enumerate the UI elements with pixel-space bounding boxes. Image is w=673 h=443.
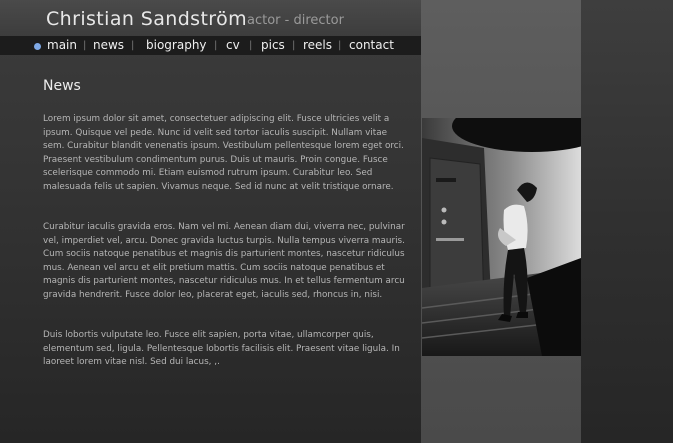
nav-separator: | (131, 40, 135, 51)
news-paragraph: Lorem ipsum dolor sit amet, consectetuer… (43, 114, 404, 192)
site-tagline: actor - director (247, 13, 344, 28)
nav-separator: | (83, 40, 87, 51)
nav-item-biography[interactable]: biography (146, 38, 207, 52)
nav-item-news[interactable]: news (93, 38, 124, 52)
site-name[interactable]: Christian Sandström (46, 8, 247, 30)
right-margin-panel (581, 0, 673, 443)
nav-item-reels[interactable]: reels (303, 38, 332, 52)
active-bullet-icon (34, 43, 41, 50)
nav-item-pics[interactable]: pics (261, 38, 285, 52)
nav-separator: | (249, 40, 253, 51)
nav-separator: | (338, 40, 342, 51)
news-paragraph: Curabitur iaculis gravida eros. Nam vel … (43, 222, 405, 300)
nav-separator: | (214, 40, 218, 51)
section-title: News (43, 78, 81, 94)
nav-item-main[interactable]: main (47, 38, 77, 52)
portrait-photo (422, 118, 581, 356)
nav-separator: | (292, 40, 296, 51)
news-paragraph: Duis lobortis vulputate leo. Fusce elit … (43, 330, 400, 368)
nav-item-contact[interactable]: contact (349, 38, 394, 52)
portrait-photo-illustration (422, 118, 581, 356)
nav-item-cv[interactable]: cv (226, 38, 240, 52)
